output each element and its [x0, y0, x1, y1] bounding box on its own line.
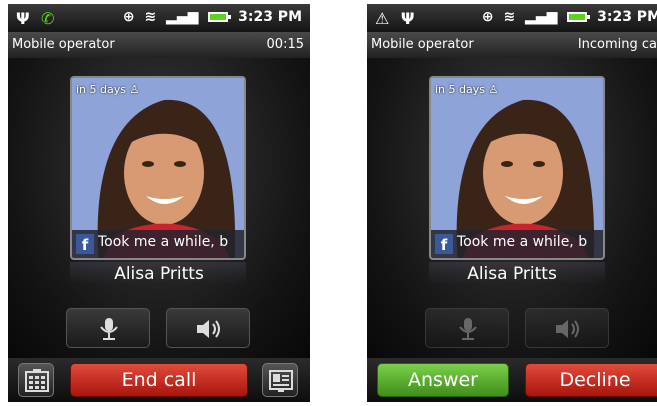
birthday-label: in 5 days ♙	[435, 83, 499, 96]
usb-icon: Ψ	[16, 9, 30, 28]
caller-name: Alisa Pritts	[114, 264, 204, 284]
operator-bar: Mobile operator 00:15	[8, 32, 310, 58]
call-body: in 5 days ♙ f Took me a while, b Alisa P…	[367, 58, 657, 358]
birthday-label: in 5 days ♙	[76, 83, 140, 96]
incoming-call-screen: ⚠ Ψ ⊕ ≋ ▂▄▆ 3:23 PM Mobile operator Inco…	[367, 4, 657, 402]
signal-icon: ▂▄▆	[166, 9, 199, 25]
microphone-icon	[459, 318, 477, 340]
operator-name: Mobile operator	[371, 37, 474, 52]
call-timer: 00:15	[266, 37, 304, 52]
warning-icon: ⚠	[375, 9, 390, 28]
wifi-icon: ≋	[144, 9, 157, 25]
caller-name: Alisa Pritts	[467, 264, 557, 284]
mute-button[interactable]	[66, 308, 150, 348]
dialpad-button[interactable]	[18, 363, 54, 397]
status-bar: Ψ ✆ ⊕ ≋ ▂▄▆ 3:23 PM	[8, 4, 310, 32]
status-update-text: Took me a while, b	[98, 234, 229, 250]
mute-button	[425, 308, 509, 348]
operator-bar: Mobile operator Incoming ca	[367, 32, 657, 58]
gps-icon: ⊕	[481, 9, 494, 25]
active-call-screen: Ψ ✆ ⊕ ≋ ▂▄▆ 3:23 PM Mobile operator 00:1…	[8, 4, 310, 402]
battery-icon	[208, 12, 232, 22]
bottom-action-bar: Answer Decline	[367, 358, 657, 402]
clock: 3:23 PM	[238, 9, 302, 25]
call-body: in 5 days ♙ f Took me a while, b Alisa P…	[8, 58, 310, 358]
speaker-button[interactable]	[166, 308, 250, 348]
call-status: Incoming ca	[577, 37, 657, 52]
bottom-action-bar: End call	[8, 358, 310, 402]
status-update: f Took me a while, b	[431, 230, 603, 258]
speaker-icon	[556, 320, 579, 338]
facebook-icon: f	[435, 234, 453, 254]
status-update: f Took me a while, b	[72, 230, 244, 258]
contact-photo[interactable]: in 5 days ♙ f Took me a while, b	[429, 76, 605, 260]
wifi-icon: ≋	[503, 9, 516, 25]
contact-photo[interactable]: in 5 days ♙ f Took me a while, b	[70, 76, 246, 260]
phone-call-icon: ✆	[41, 9, 55, 28]
signal-icon: ▂▄▆	[525, 9, 558, 25]
contact-card-button[interactable]	[262, 363, 298, 397]
clock: 3:23 PM	[597, 9, 657, 25]
facebook-icon: f	[76, 234, 94, 254]
speaker-icon	[197, 320, 220, 338]
end-call-button[interactable]: End call	[70, 363, 248, 397]
contact-card-icon	[269, 370, 293, 392]
decline-button[interactable]: Decline	[525, 363, 657, 397]
status-update-text: Took me a while, b	[457, 234, 588, 250]
speaker-button	[525, 308, 609, 348]
status-bar: ⚠ Ψ ⊕ ≋ ▂▄▆ 3:23 PM	[367, 4, 657, 32]
operator-name: Mobile operator	[12, 37, 115, 52]
gps-icon: ⊕	[122, 9, 135, 25]
dialpad-icon	[25, 369, 49, 392]
battery-icon	[567, 12, 591, 22]
answer-button[interactable]: Answer	[377, 363, 509, 397]
usb-icon: Ψ	[400, 9, 415, 28]
microphone-icon	[100, 318, 118, 340]
